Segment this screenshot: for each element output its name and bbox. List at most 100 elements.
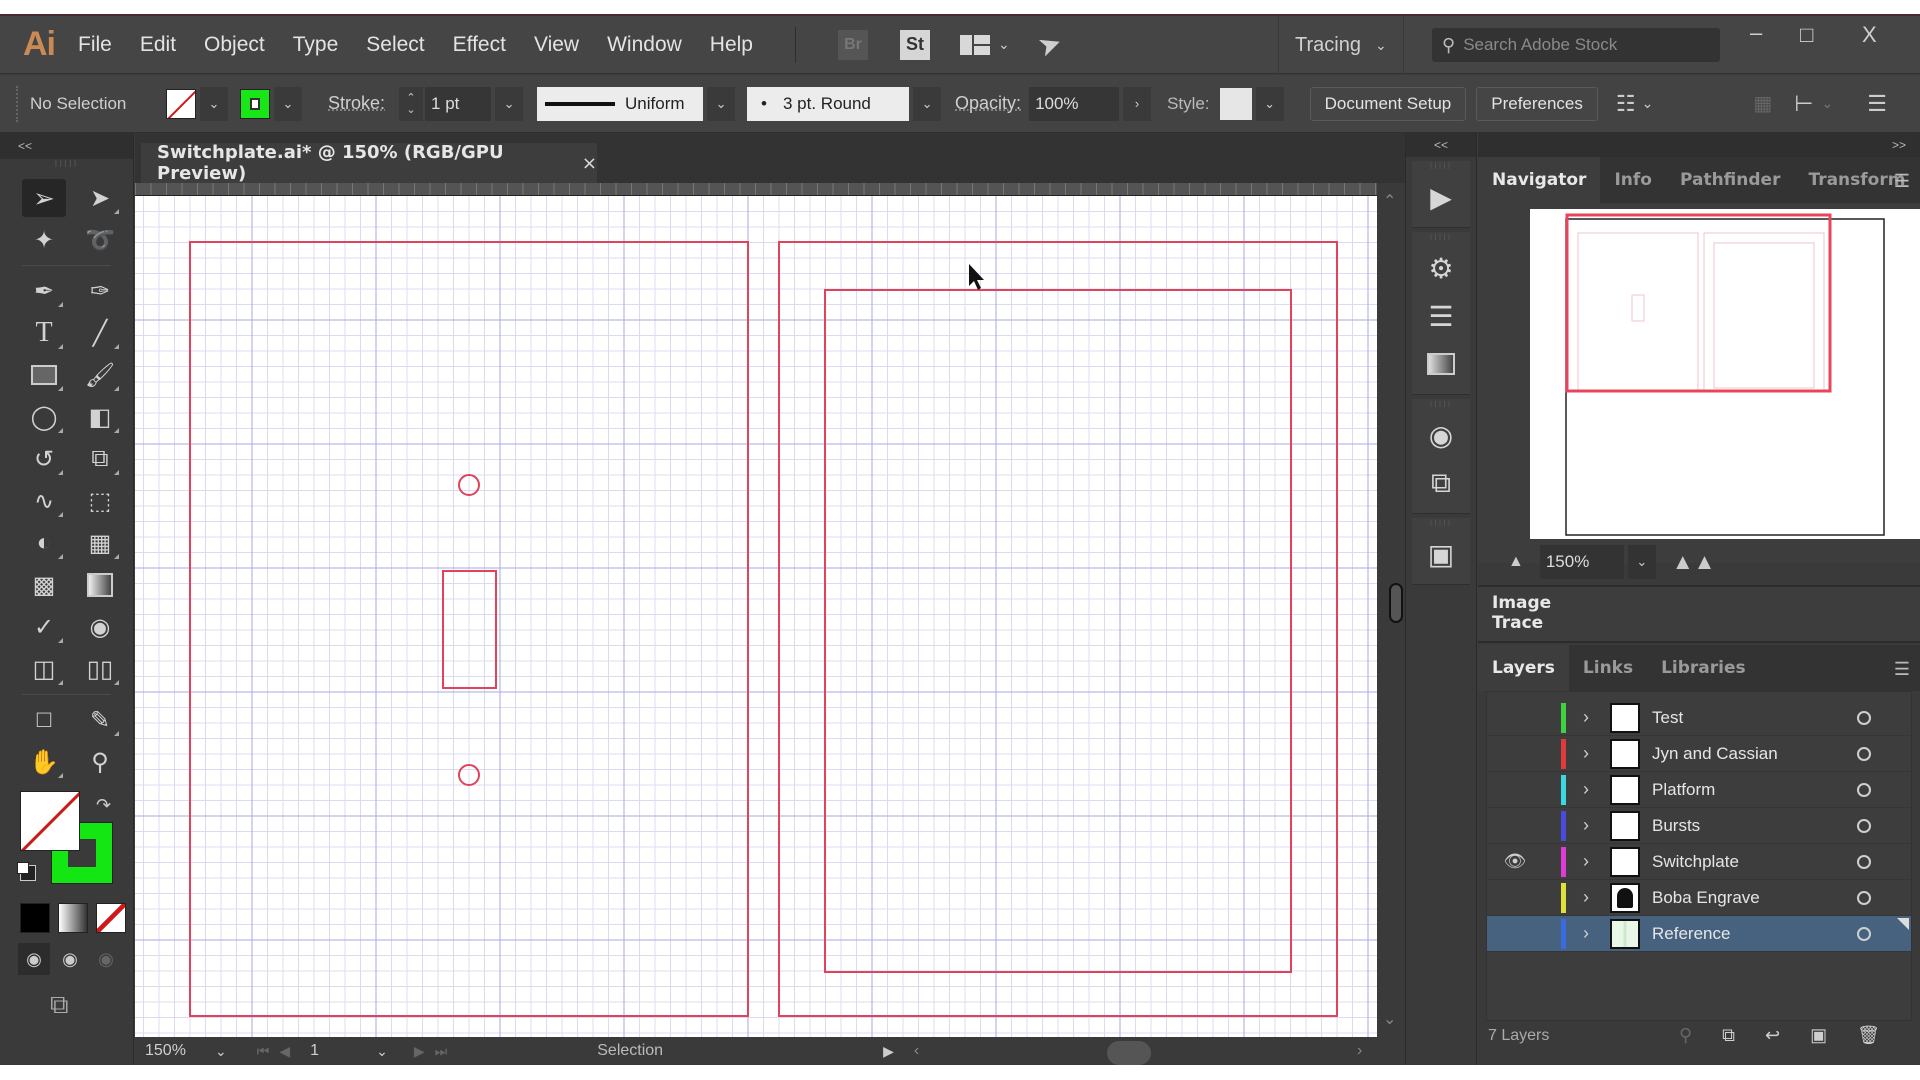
previous-artboard-icon[interactable]: ◀ <box>279 1043 290 1060</box>
preferences-button[interactable]: Preferences <box>1476 86 1598 121</box>
mesh-tool[interactable]: ▩ <box>22 566 66 604</box>
direct-selection-tool[interactable]: ➤ <box>78 179 122 217</box>
graph-tool[interactable]: ▯▯ <box>78 650 122 688</box>
zoom-dropdown-icon[interactable]: ⌄ <box>215 1043 227 1060</box>
panel-menu-icon[interactable]: ☰ <box>1894 171 1910 192</box>
rotate-tool[interactable]: ↺ <box>22 440 66 478</box>
close-window-button[interactable]: X <box>1862 22 1877 48</box>
layers-menu-icon[interactable]: ☰ <box>1894 659 1910 680</box>
gradient-panel-icon[interactable] <box>1412 340 1470 388</box>
appearance-icon[interactable]: ◉ <box>1412 411 1470 459</box>
zoom-tool[interactable]: ⚲ <box>78 743 122 781</box>
target-circle-icon[interactable] <box>1857 746 1871 761</box>
align-grid-icon[interactable]: ▦ <box>1753 91 1772 116</box>
layer-row-switchplate[interactable]: 👁 › Switchplate <box>1487 844 1911 880</box>
zoom-out-mountain-icon[interactable]: ▲ <box>1508 553 1524 571</box>
maximize-button[interactable]: □ <box>1800 22 1813 48</box>
symbols-icon[interactable]: ▣ <box>1412 530 1470 578</box>
menu-select[interactable]: Select <box>366 33 424 57</box>
expand-chevron-icon[interactable]: › <box>1566 923 1606 944</box>
last-artboard-icon[interactable]: ⏭ <box>435 1043 448 1060</box>
zoom-level-field[interactable]: 150% <box>135 1037 215 1065</box>
target-circle-icon[interactable] <box>1857 854 1871 869</box>
tab-links[interactable]: Links <box>1569 645 1647 691</box>
variable-width-dropdown[interactable]: ⌄ <box>707 86 736 121</box>
document-tab[interactable]: Switchplate.ai* @ 150% (RGB/GPU Preview)… <box>141 142 597 184</box>
target-circle-icon[interactable] <box>1857 782 1871 797</box>
horizontal-scroll-thumb[interactable] <box>1107 1041 1151 1065</box>
fill-none-swatch[interactable] <box>166 88 196 119</box>
next-artboard-icon[interactable]: ▶ <box>414 1043 425 1060</box>
status-menu-arrow-icon[interactable]: ▶ <box>883 1043 894 1060</box>
shape-builder-tool[interactable]: ◐ <box>22 524 66 562</box>
navigator-zoom-field[interactable]: 150% <box>1539 545 1624 579</box>
expand-chevron-icon[interactable]: › <box>1566 707 1606 728</box>
fill-color-control[interactable]: ⌄ <box>166 86 228 121</box>
tab-layers[interactable]: Layers <box>1478 645 1569 691</box>
target-circle-icon[interactable] <box>1857 818 1871 833</box>
search-adobe-stock-input[interactable]: ⚲ Search Adobe Stock <box>1432 28 1720 62</box>
shaper-tool[interactable]: ◯ <box>22 398 66 436</box>
expand-chevron-icon[interactable]: › <box>1566 887 1606 908</box>
none-button[interactable] <box>96 903 126 933</box>
arrange-documents-button[interactable]: ⌄ <box>960 34 1010 55</box>
create-sublayer-icon[interactable]: ↩ <box>1765 1025 1780 1046</box>
slice-tool[interactable]: ✎ <box>78 701 122 739</box>
minimize-button[interactable]: – <box>1750 20 1762 46</box>
create-new-layer-icon[interactable]: ▣ <box>1810 1025 1827 1046</box>
stroke-weight-stepper[interactable]: ⌃ ⌄ <box>399 86 424 121</box>
stroke-dropdown[interactable]: ⌄ <box>274 86 302 121</box>
free-transform-tool[interactable]: ⬚ <box>78 482 122 520</box>
symbol-sprayer-tool[interactable]: ◫ <box>22 650 66 688</box>
perspective-grid-tool[interactable]: ▦ <box>78 524 122 562</box>
menu-type[interactable]: Type <box>293 33 339 57</box>
fill-dropdown[interactable]: ⌄ <box>200 86 228 121</box>
style-dropdown[interactable]: ⌄ <box>1255 86 1284 121</box>
lasso-tool[interactable]: ➰ <box>78 221 122 259</box>
draw-behind-icon[interactable]: ◉ <box>54 943 86 975</box>
hand-tool[interactable]: ✋ <box>22 743 66 781</box>
stroke-label[interactable]: Stroke: <box>328 93 385 114</box>
opacity-label[interactable]: Opacity: <box>955 93 1021 114</box>
eyedropper-tool[interactable]: ✓ <box>22 608 66 646</box>
workspace-switcher[interactable]: Tracing ⌄ <box>1278 16 1404 74</box>
chevron-down-icon[interactable]: ⌄ <box>1642 95 1654 112</box>
expand-panels-button[interactable]: >> <box>1478 133 1920 157</box>
color-button[interactable] <box>20 903 50 933</box>
menu-help[interactable]: Help <box>710 33 753 57</box>
tab-libraries[interactable]: Libraries <box>1647 645 1760 691</box>
menu-view[interactable]: View <box>534 33 579 57</box>
chevron-down-icon[interactable]: ⌄ <box>1821 95 1833 112</box>
warp-tool[interactable]: ∿ <box>22 482 66 520</box>
layer-row-bursts[interactable]: › Bursts <box>1487 808 1911 844</box>
opacity-field[interactable]: 100% <box>1029 86 1120 121</box>
control-panel-menu-icon[interactable]: ☰ <box>1867 91 1887 117</box>
brush-definition[interactable]: • 3 pt. Round <box>747 86 910 121</box>
scroll-up-icon[interactable]: ⌃ <box>1383 191 1396 211</box>
layer-row-jyn-and-cassian[interactable]: › Jyn and Cassian <box>1487 736 1911 772</box>
selection-tool[interactable]: ➢ <box>22 179 66 217</box>
vertical-scroll-thumb[interactable] <box>1389 583 1403 623</box>
locate-object-icon[interactable]: ⚲ <box>1679 1025 1692 1046</box>
opacity-slider-button[interactable]: › <box>1123 86 1152 121</box>
navigator-preview[interactable] <box>1530 209 1920 539</box>
menu-object[interactable]: Object <box>204 33 265 57</box>
stock-button[interactable]: St <box>900 29 930 60</box>
collapse-toolbar-button[interactable]: << <box>0 133 133 159</box>
toolbar-grip[interactable]: IIIII <box>0 159 133 177</box>
target-circle-icon[interactable] <box>1857 710 1871 725</box>
target-circle-icon[interactable] <box>1857 926 1871 941</box>
make-clipping-mask-icon[interactable]: ⧉ <box>1722 1025 1735 1046</box>
swap-fill-stroke-icon[interactable]: ↷ <box>96 795 111 816</box>
vertical-scrollbar[interactable]: ⌃ ⌄ <box>1377 183 1405 1037</box>
stroke-weight-field[interactable]: 1 pt <box>425 86 492 121</box>
menu-window[interactable]: Window <box>607 33 682 57</box>
brushes-icon[interactable]: ⚙ <box>1412 244 1470 292</box>
layer-row-boba-engrave[interactable]: › Boba Engrave <box>1487 880 1911 916</box>
scale-tool[interactable]: ⧉ <box>78 440 122 478</box>
line-segment-tool[interactable]: ╱ <box>78 314 122 352</box>
layer-row-reference[interactable]: › Reference <box>1487 916 1911 952</box>
graphic-style-swatch[interactable] <box>1219 87 1252 120</box>
document-setup-button[interactable]: Document Setup <box>1309 86 1467 121</box>
layer-row-test[interactable]: › Test <box>1487 700 1911 736</box>
